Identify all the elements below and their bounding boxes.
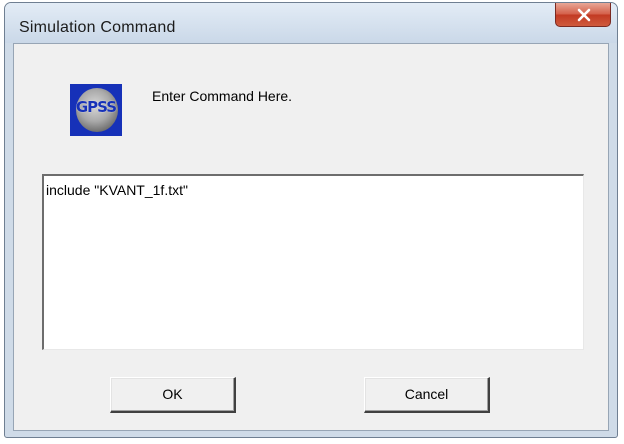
cancel-button[interactable]: Cancel	[364, 377, 490, 413]
close-icon	[577, 8, 591, 22]
gpss-icon-label: GPSS	[75, 98, 117, 116]
command-input[interactable]: include "KVANT_1f.txt"	[42, 174, 584, 350]
title-bar[interactable]: Simulation Command	[5, 3, 617, 43]
simulation-command-dialog: Simulation Command GPSS Enter Command He…	[4, 2, 618, 438]
ok-button[interactable]: OK	[110, 377, 236, 413]
window-title: Simulation Command	[19, 19, 176, 36]
dialog-client-area: GPSS Enter Command Here. include "KVANT_…	[13, 43, 609, 431]
close-button[interactable]	[555, 3, 611, 27]
command-prompt-label: Enter Command Here.	[152, 88, 293, 104]
gpss-globe-icon: GPSS	[70, 84, 122, 136]
